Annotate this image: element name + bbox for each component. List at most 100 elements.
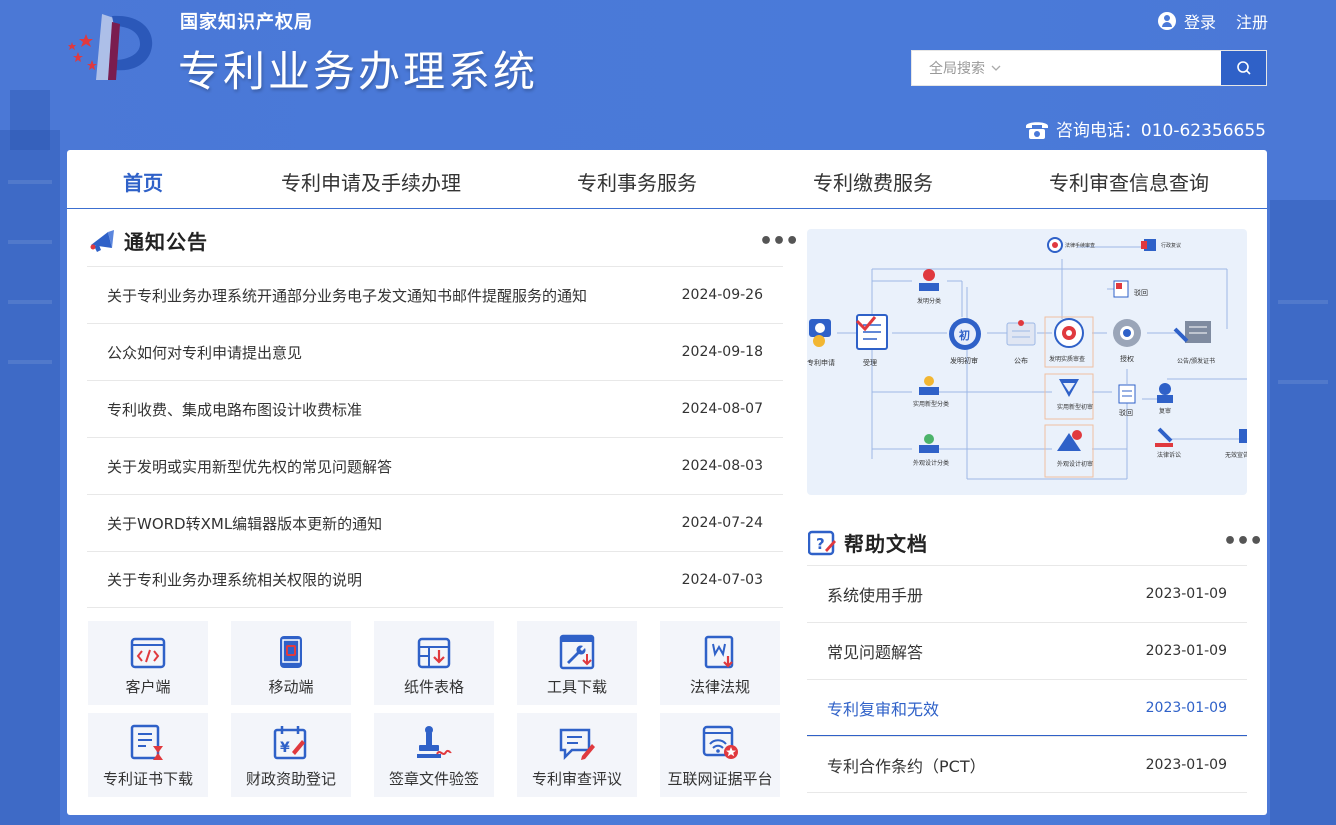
nav-patent-application[interactable]: 专利申请及手续办理	[281, 167, 461, 196]
tile-seal-verification[interactable]: 签章文件验签	[374, 713, 494, 797]
notice-list: 关于专利业务办理系统开通部分业务电子发文通知书邮件提醒服务的通知 2024-09…	[87, 266, 783, 608]
notice-item-title[interactable]: 关于专利业务办理系统开通部分业务电子发文通知书邮件提醒服务的通知	[107, 285, 587, 306]
svg-text:法律手续审查: 法律手续审查	[1065, 242, 1095, 249]
tile-label: 专利证书下载	[102, 770, 193, 788]
notice-item-title[interactable]: 关于专利业务办理系统相关权限的说明	[107, 569, 362, 590]
table-download-icon	[417, 637, 451, 669]
help-item[interactable]: 系统使用手册 2023-01-09	[807, 565, 1247, 622]
notice-item-date: 2024-08-07	[681, 401, 763, 417]
notice-item[interactable]: 公众如何对专利申请提出意见 2024-09-18	[87, 323, 783, 380]
background-window	[8, 360, 52, 364]
search-scope-label: 全局搜索	[929, 61, 985, 77]
svg-text:发明分类: 发明分类	[917, 297, 941, 305]
svg-text:无效宣告: 无效宣告	[1225, 451, 1247, 459]
megaphone-icon	[90, 229, 114, 252]
notice-item[interactable]: 专利收费、集成电路布图设计收费标准 2024-08-07	[87, 380, 783, 437]
chevron-down-icon	[991, 63, 1001, 74]
svg-text:实用新型分类: 实用新型分类	[913, 400, 949, 408]
tile-label: 签章文件验签	[388, 770, 479, 788]
tile-label: 财政资助登记	[245, 770, 336, 788]
user-icon	[1157, 12, 1176, 30]
mobile-phone-icon	[280, 636, 302, 668]
search-input[interactable]	[1018, 51, 1221, 85]
flowchart-graphic: 专利申请 受理 发明分类 实用新型分类 外观设计分类 初 发明初审 公布 发明实…	[807, 237, 1247, 480]
notice-more-button[interactable]: •••	[759, 229, 799, 254]
nav-home[interactable]: 首页	[123, 167, 163, 196]
help-item-title[interactable]: 常见问题解答	[827, 639, 923, 663]
help-item[interactable]: 专利合作条约（PCT） 2023-01-09	[807, 736, 1247, 793]
help-item-title[interactable]: 专利合作条约（PCT）	[827, 753, 986, 777]
notice-item[interactable]: 关于发明或实用新型优先权的常见问题解答 2024-08-03	[87, 437, 783, 494]
certificate-hourglass-icon	[130, 724, 163, 760]
law-document-icon	[704, 635, 734, 669]
network-evidence-icon	[702, 725, 738, 759]
notice-item[interactable]: 关于WORD转XML编辑器版本更新的通知 2024-07-24	[87, 494, 783, 551]
background-building	[10, 90, 50, 150]
notice-item-title[interactable]: 公众如何对专利申请提出意见	[107, 342, 302, 363]
svg-text:受理: 受理	[863, 358, 877, 367]
login-link[interactable]: 登录	[1184, 9, 1216, 33]
help-item-title[interactable]: 专利复审和无效	[827, 696, 939, 720]
svg-text:?: ?	[816, 535, 825, 553]
tile-client[interactable]: 客户端	[88, 621, 208, 705]
help-more-button[interactable]: •••	[1223, 529, 1263, 554]
comment-edit-icon	[559, 728, 595, 761]
svg-text:专利申请: 专利申请	[807, 358, 835, 367]
svg-text:驳回: 驳回	[1134, 289, 1148, 297]
tile-tool-download[interactable]: 工具下载	[517, 621, 637, 705]
notice-title: 通知公告	[124, 230, 208, 254]
help-item-title[interactable]: 系统使用手册	[827, 582, 923, 606]
tile-paper-forms[interactable]: 纸件表格	[374, 621, 494, 705]
tile-laws[interactable]: 法律法规	[660, 621, 780, 705]
tile-certificate-download[interactable]: 专利证书下载	[88, 713, 208, 797]
background-building	[1270, 200, 1336, 825]
svg-text:行政复议: 行政复议	[1161, 242, 1181, 249]
notice-item-title[interactable]: 专利收费、集成电路布图设计收费标准	[107, 399, 362, 420]
background-window	[1278, 300, 1328, 304]
tile-mobile[interactable]: 移动端	[231, 621, 351, 705]
patent-process-flowchart[interactable]: 专利申请 受理 发明分类 实用新型分类 外观设计分类 初 发明初审 公布 发明实…	[807, 229, 1247, 495]
notice-header: 通知公告	[88, 226, 208, 255]
main-nav: 首页 专利申请及手续办理 专利事务服务 专利缴费服务 专利审查信息查询	[67, 150, 1267, 209]
background-window	[8, 240, 52, 244]
telephone-icon	[1025, 121, 1048, 139]
tile-finance-registration[interactable]: ¥ 财政资助登记	[231, 713, 351, 797]
notice-item-date: 2024-09-26	[681, 287, 763, 303]
nav-examination-query[interactable]: 专利审查信息查询	[1049, 167, 1209, 196]
user-links: 登录 注册	[1157, 9, 1268, 33]
nav-patent-fees[interactable]: 专利缴费服务	[813, 167, 933, 196]
svg-text:公布: 公布	[1014, 356, 1028, 365]
code-window-icon	[130, 637, 166, 669]
svg-text:外观设计分类: 外观设计分类	[913, 459, 949, 467]
svg-text:发明初审: 发明初审	[950, 356, 978, 365]
help-item-date: 2023-01-09	[1145, 699, 1227, 716]
finance-calendar-icon: ¥	[273, 726, 307, 760]
help-item-date: 2023-01-09	[1145, 586, 1227, 602]
tile-examination-review[interactable]: 专利审查评议	[517, 713, 637, 797]
help-item-highlighted[interactable]: 专利复审和无效 2023-01-09	[807, 679, 1247, 736]
search-button[interactable]	[1221, 51, 1266, 85]
cnipa-logo[interactable]	[62, 8, 162, 88]
notice-item[interactable]: 关于专利业务办理系统开通部分业务电子发文通知书邮件提醒服务的通知 2024-09…	[87, 266, 783, 323]
help-item-date: 2023-01-09	[1145, 756, 1227, 773]
notice-item-date: 2024-08-03	[681, 458, 763, 474]
tile-internet-evidence[interactable]: 互联网证据平台	[660, 713, 780, 797]
svg-text:复审: 复审	[1159, 407, 1171, 415]
search-scope-select[interactable]: 全局搜索	[912, 51, 1018, 85]
seal-signature-icon	[417, 726, 452, 758]
register-link[interactable]: 注册	[1236, 9, 1268, 33]
main-card: 首页 专利申请及手续办理 专利事务服务 专利缴费服务 专利审查信息查询 通知公告…	[67, 150, 1267, 815]
svg-text:法律诉讼: 法律诉讼	[1157, 451, 1181, 459]
help-list: 系统使用手册 2023-01-09 常见问题解答 2023-01-09 专利复审…	[807, 565, 1247, 793]
help-item[interactable]: 常见问题解答 2023-01-09	[807, 622, 1247, 679]
notice-item-title[interactable]: 关于WORD转XML编辑器版本更新的通知	[107, 513, 382, 534]
hotline-text: 咨询电话：010-62356655	[1055, 121, 1266, 141]
tile-label: 专利审查评议	[531, 770, 622, 788]
svg-text:¥: ¥	[280, 740, 290, 756]
notice-item-date: 2024-07-03	[681, 571, 763, 588]
notice-item-title[interactable]: 关于发明或实用新型优先权的常见问题解答	[107, 456, 392, 477]
nav-patent-affairs[interactable]: 专利事务服务	[577, 167, 697, 196]
svg-text:实用新型初审: 实用新型初审	[1057, 403, 1093, 411]
notice-item[interactable]: 关于专利业务办理系统相关权限的说明 2024-07-03	[87, 551, 783, 608]
global-search: 全局搜索	[911, 50, 1267, 86]
